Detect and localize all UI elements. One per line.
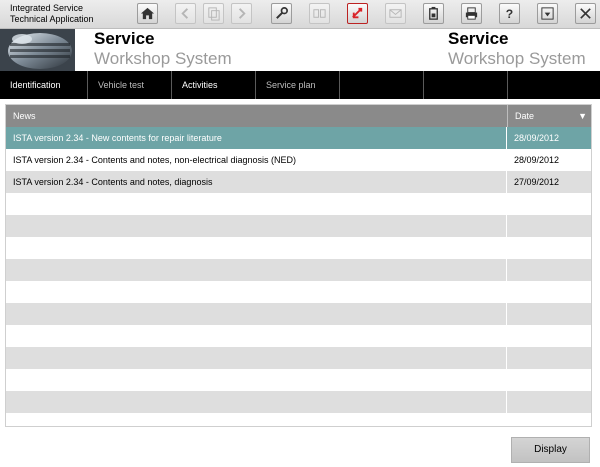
back-button[interactable] (175, 3, 196, 24)
table-header: News Date ▼ (6, 105, 591, 127)
brand-title-right: Service (448, 29, 509, 48)
tab-service-plan[interactable]: Service plan (256, 71, 340, 99)
back-icon (181, 8, 189, 19)
tab-empty-2[interactable] (424, 71, 508, 99)
minimize-button[interactable] (537, 3, 558, 24)
close-button[interactable] (575, 3, 596, 24)
forward-icon (238, 8, 246, 19)
empty-row (6, 237, 591, 259)
tab-activities[interactable]: Activities (172, 71, 256, 99)
home-button[interactable] (137, 3, 158, 24)
empty-row (6, 369, 591, 391)
news-cell: ISTA version 2.34 - New contents for rep… (6, 127, 506, 149)
swap-icon (352, 7, 363, 19)
mail-button[interactable] (385, 3, 406, 24)
empty-row (6, 391, 591, 413)
empty-row (6, 347, 591, 369)
app-title-line2: Technical Application (10, 14, 94, 24)
table-row[interactable]: ISTA version 2.34 - Contents and notes, … (6, 149, 591, 171)
close-icon (580, 8, 591, 19)
help-button[interactable]: ? (499, 3, 520, 24)
display-button[interactable]: Display (511, 437, 590, 463)
main-nav: Identification Vehicle test Activities S… (0, 71, 600, 99)
brand-title: Service (94, 29, 155, 48)
date-cell: 27/09/2012 (507, 171, 591, 193)
app-header: Service Workshop System Service Workshop… (0, 29, 600, 71)
print-button[interactable] (461, 3, 482, 24)
news-cell: ISTA version 2.34 - Contents and notes, … (6, 171, 506, 193)
brand-subtitle-right: Workshop System (448, 49, 586, 68)
forward-button[interactable] (231, 3, 252, 24)
column-divider (506, 127, 507, 426)
brand-left: Service Workshop System (94, 29, 232, 69)
tab-empty-1[interactable] (340, 71, 424, 99)
svg-text:?: ? (506, 7, 513, 21)
empty-row (6, 215, 591, 237)
empty-row (6, 281, 591, 303)
connection-button[interactable] (309, 3, 330, 24)
copy-icon (208, 7, 220, 21)
swap-button[interactable] (347, 3, 368, 24)
wrench-icon (276, 7, 288, 19)
news-table: News Date ▼ ISTA version 2.34 - New cont… (5, 104, 592, 427)
app-title-line1: Integrated Service (10, 3, 84, 13)
column-header-date[interactable]: Date ▼ (507, 105, 591, 127)
brand-right: Service Workshop System (448, 29, 586, 69)
table-row[interactable]: ISTA version 2.34 - New contents for rep… (6, 127, 591, 149)
date-cell: 28/09/2012 (507, 127, 591, 149)
brand-subtitle: Workshop System (94, 49, 232, 68)
table-row[interactable]: ISTA version 2.34 - Contents and notes, … (6, 171, 591, 193)
tab-empty-3[interactable] (508, 71, 600, 99)
top-toolbar: Integrated Service Technical Application… (0, 0, 600, 29)
empty-row (6, 193, 591, 215)
sort-desc-icon: ▼ (578, 111, 587, 121)
print-icon (465, 7, 478, 20)
minimize-icon (541, 7, 554, 20)
battery-icon (429, 6, 438, 20)
app-title: Integrated Service Technical Application (10, 3, 94, 25)
date-cell: 28/09/2012 (507, 149, 591, 171)
news-cell: ISTA version 2.34 - Contents and notes, … (6, 149, 506, 171)
tab-identification[interactable]: Identification (0, 71, 88, 99)
mail-icon (389, 9, 402, 18)
empty-row (6, 303, 591, 325)
wrench-button[interactable] (271, 3, 292, 24)
piston-logo-image (0, 29, 75, 71)
home-icon (140, 7, 155, 20)
empty-row (6, 259, 591, 281)
connection-icon (313, 9, 326, 18)
battery-button[interactable] (423, 3, 444, 24)
column-header-date-label: Date (515, 111, 535, 121)
help-icon: ? (506, 7, 513, 21)
copy-button[interactable] (203, 3, 224, 24)
empty-row (6, 325, 591, 347)
column-header-news[interactable]: News (6, 105, 506, 127)
empty-row (6, 413, 591, 426)
tab-vehicle-test[interactable]: Vehicle test (88, 71, 172, 99)
